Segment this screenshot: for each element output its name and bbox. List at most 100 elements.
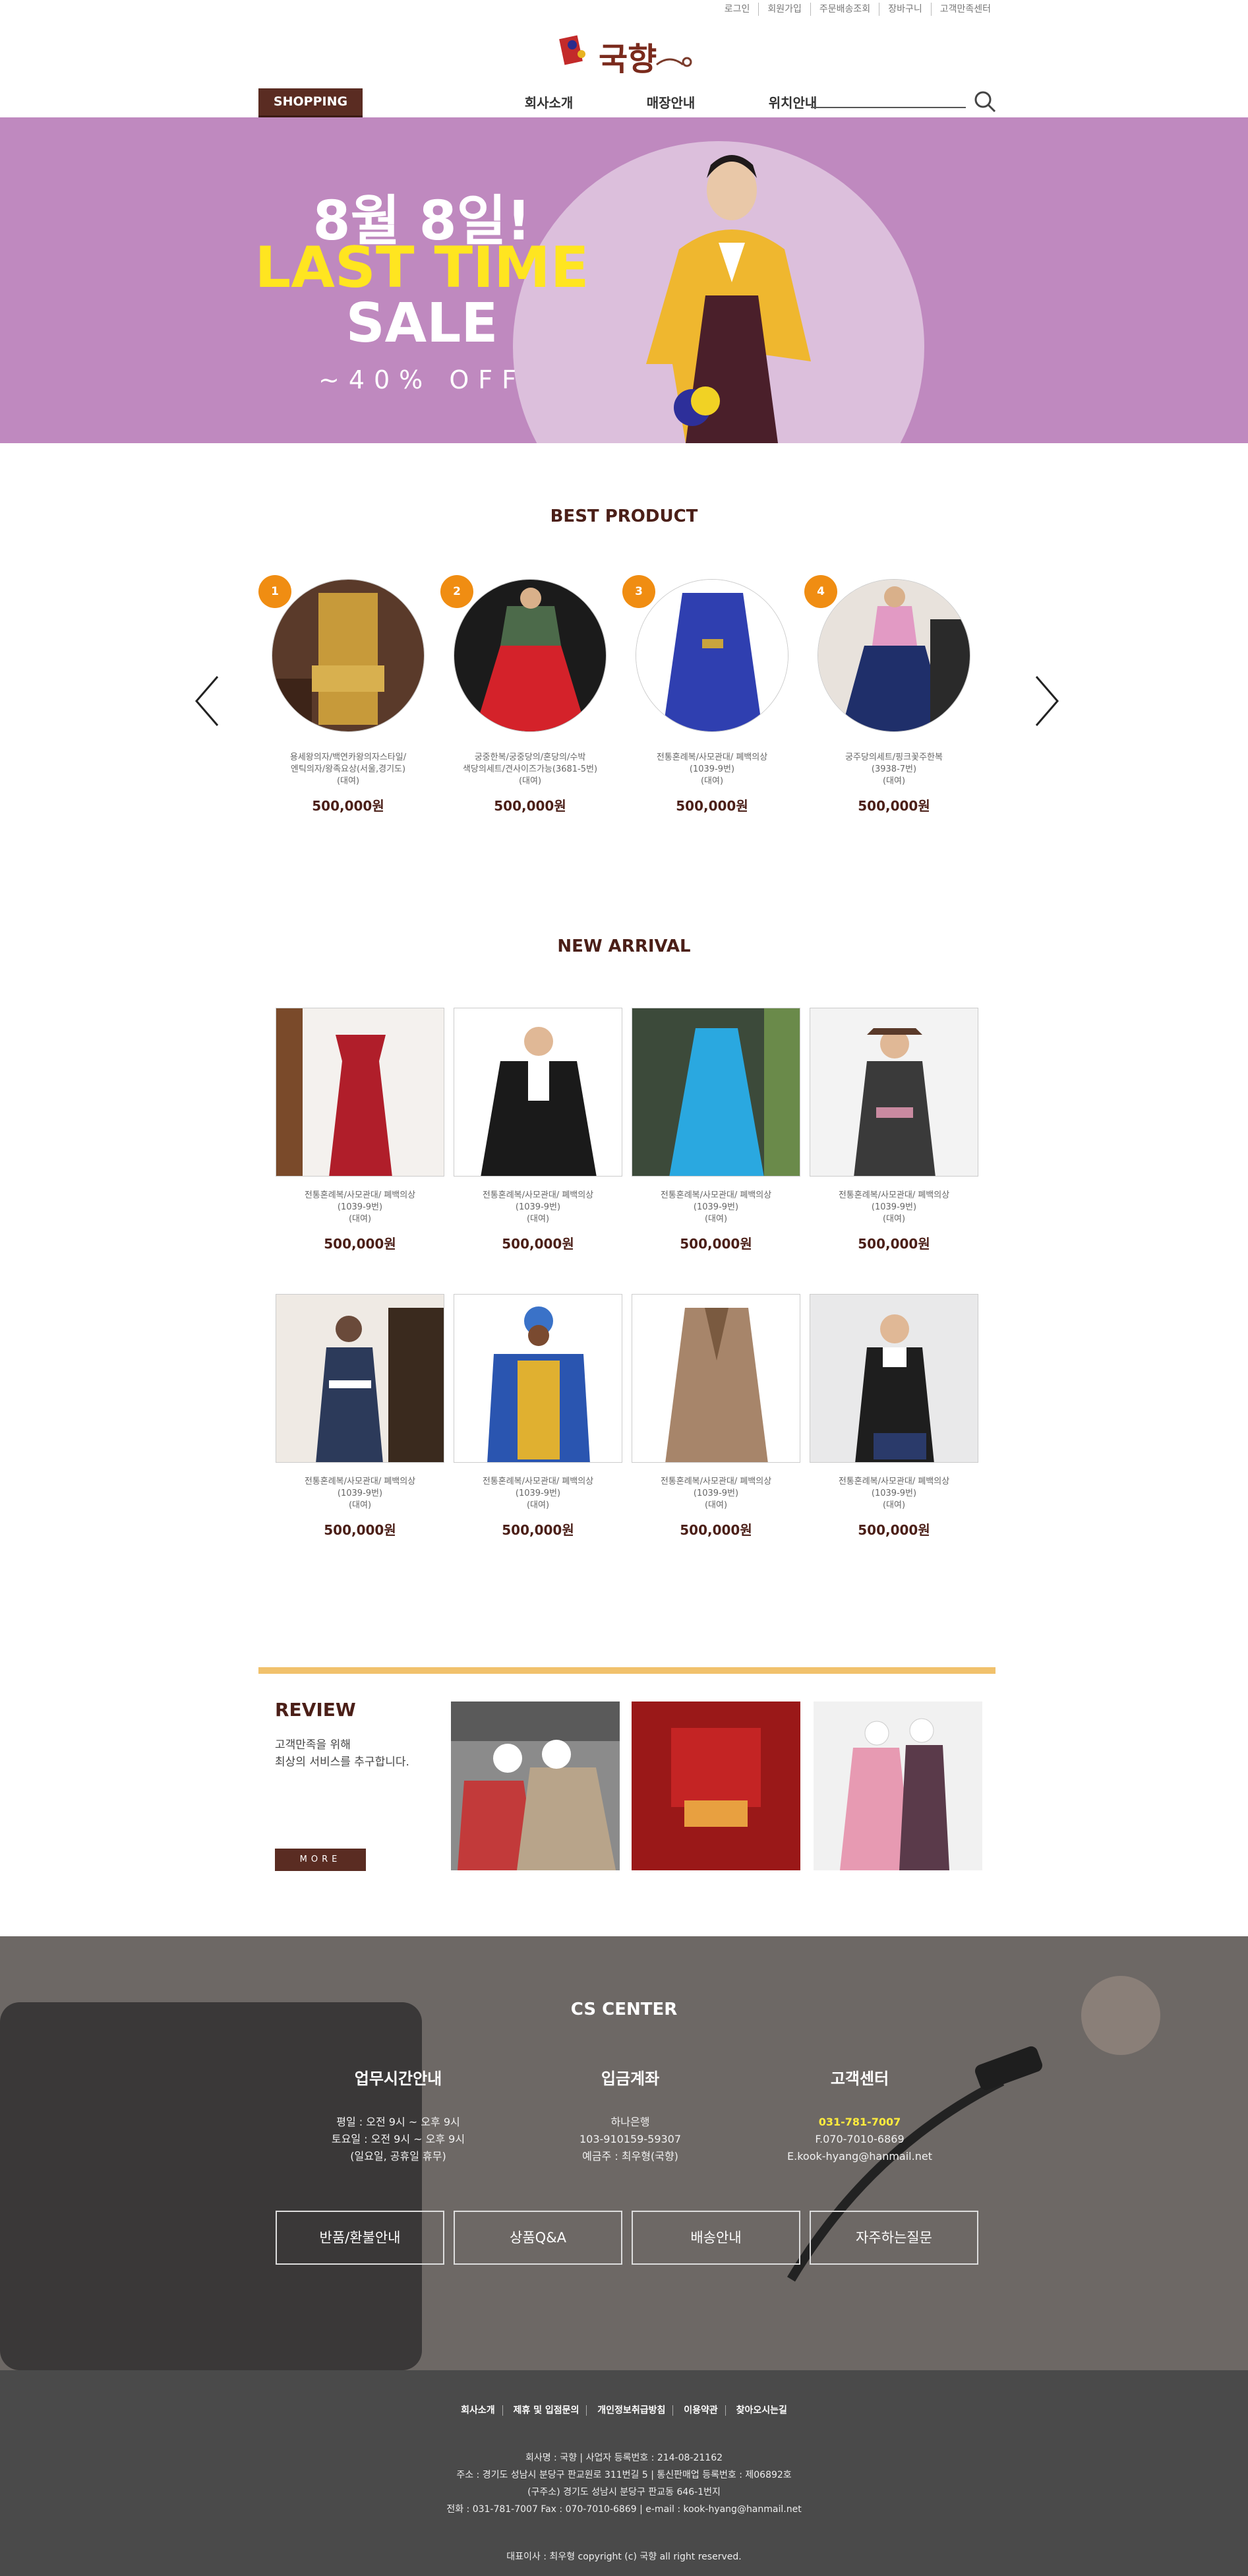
product-qa-button[interactable]: 상품Q&A: [454, 2211, 622, 2265]
product-price: 500,000원: [494, 798, 566, 814]
product-desc: 전통혼례복/사모관대/ 폐백의상 (1039-9번) (대여): [810, 1476, 978, 1512]
login-link[interactable]: 로그인: [716, 3, 759, 16]
arrival-thumb[interactable]: [632, 1294, 800, 1463]
best-thumb[interactable]: [817, 579, 970, 732]
product-desc: 용세왕의자/백연카왕의자스타일/ 엔틱의자/왕족요상(서울,경기도) (대여): [262, 752, 434, 787]
footer-directions-link[interactable]: 찾아오시는길: [729, 2405, 794, 2416]
red-dress-image: [276, 1008, 444, 1176]
more-button[interactable]: MORE: [275, 1849, 366, 1871]
review-title: REVIEW: [275, 1699, 356, 1721]
carousel-next-icon[interactable]: [1026, 671, 1065, 731]
product-price: 500,000원: [858, 798, 930, 814]
order-tracking-link[interactable]: 주문배송조회: [811, 3, 880, 16]
footer-partnership-link[interactable]: 제휴 및 입점문의: [506, 2405, 587, 2416]
logo[interactable]: 국향: [558, 29, 696, 78]
best-thumb[interactable]: [636, 579, 788, 732]
best-item[interactable]: 3 전통혼례복/사모관대/ 폐백의상 (1039-9번) (대여) 500,00…: [622, 575, 798, 814]
center-heading: 고객센터: [830, 2070, 889, 2088]
signup-link[interactable]: 회원가입: [759, 3, 811, 16]
customer-center-link[interactable]: 고객만족센터: [932, 3, 991, 16]
shopping-button[interactable]: SHOPPING: [258, 88, 363, 117]
product-price: 500,000원: [502, 1522, 574, 1538]
arrival-thumb[interactable]: [276, 1008, 444, 1177]
search-input[interactable]: [811, 92, 966, 108]
banner-headline: LAST TIME: [254, 235, 589, 301]
top-utility-nav: 로그인 회원가입 주문배송조회 장바구니 고객만족센터: [716, 3, 991, 16]
carousel-prev-icon[interactable]: [189, 671, 228, 731]
desc-line: (대여): [704, 1500, 728, 1510]
best-item[interactable]: 4 궁주당의세트/핑크꽃주한복 (3938-7번) (대여) 500,000원: [804, 575, 980, 814]
best-thumb[interactable]: [454, 579, 607, 732]
arrival-thumb[interactable]: [454, 1008, 622, 1177]
desc-line: (3938-7번): [871, 764, 917, 774]
desc-line: 전통혼례복/사모관대/ 폐백의상: [482, 1477, 594, 1487]
desc-line: 전통혼례복/사모관대/ 폐백의상: [304, 1190, 416, 1200]
arrival-item[interactable]: 전통혼례복/사모관대/ 폐백의상 (1039-9번) (대여) 500,000원: [632, 1008, 800, 1252]
blue-gown-image: [632, 1008, 800, 1176]
desc-line: (1039-9번): [337, 1202, 383, 1212]
product-desc: 전통혼례복/사모관대/ 폐백의상 (1039-9번) (대여): [276, 1476, 444, 1512]
product-desc: 전통혼례복/사모관대/ 폐백의상 (1039-9번) (대여): [276, 1190, 444, 1225]
hero-banner[interactable]: 8월 8일! LAST TIME SALE ~40% OFF: [0, 117, 1248, 443]
red-room-image: [632, 1702, 800, 1870]
arrival-thumb[interactable]: [454, 1294, 622, 1463]
arrival-item[interactable]: 전통혼례복/사모관대/ 폐백의상 (1039-9번) (대여) 500,000원: [632, 1294, 800, 1539]
desc-line: 전통혼례복/사모관대/ 폐백의상: [656, 752, 768, 762]
product-price: 500,000원: [324, 1522, 396, 1538]
arrival-item[interactable]: 전통혼례복/사모관대/ 폐백의상 (1039-9번) (대여) 500,000원: [276, 1008, 444, 1252]
product-price: 500,000원: [502, 1236, 574, 1252]
arrival-item[interactable]: 전통혼례복/사모관대/ 폐백의상 (1039-9번) (대여) 500,000원: [276, 1294, 444, 1539]
banner-discount: ~40% OFF: [318, 365, 525, 394]
arrival-item[interactable]: 전통혼례복/사모관대/ 폐백의상 (1039-9번) (대여) 500,000원: [454, 1008, 622, 1252]
desc-line: 전통혼례복/사모관대/ 폐백의상: [482, 1190, 594, 1200]
footer-terms-link[interactable]: 이용약관: [676, 2405, 726, 2416]
desc-line: (대여): [348, 1214, 372, 1224]
best-item[interactable]: 1 용세왕의자/백연카왕의자스타일/ 엔틱의자/왕족요상(서울,경기도) (대여…: [258, 575, 434, 814]
nav-store[interactable]: 매장안내: [610, 92, 732, 111]
review-text: 고객만족을 위해 최상의 서비스를 추구합니다.: [275, 1736, 409, 1771]
desc-line: 전통혼례복/사모관대/ 폐백의상: [660, 1477, 772, 1487]
best-thumb[interactable]: [272, 579, 425, 732]
cart-link[interactable]: 장바구니: [879, 3, 932, 16]
hanbok-couple-image: [814, 1702, 982, 1870]
main-nav: 회사소개 매장안내 위치안내: [488, 92, 854, 111]
desc-line: (대여): [882, 776, 906, 786]
rank-badge: 3: [622, 575, 655, 608]
arrival-thumb[interactable]: [632, 1008, 800, 1177]
desc-line: 전통혼례복/사모관대/ 폐백의상: [838, 1477, 950, 1487]
arrival-item[interactable]: 전통혼례복/사모관대/ 폐백의상 (1039-9번) (대여) 500,000원: [810, 1294, 978, 1539]
pirate-vest-image: [276, 1295, 444, 1462]
black-coat-image: [810, 1295, 978, 1462]
nav-company[interactable]: 회사소개: [488, 92, 610, 111]
search-icon[interactable]: [972, 88, 998, 115]
product-desc: 전통혼례복/사모관대/ 폐백의상 (1039-9번) (대여): [454, 1476, 622, 1512]
arrival-item[interactable]: 전통혼례복/사모관대/ 폐백의상 (1039-9번) (대여) 500,000원: [810, 1008, 978, 1252]
refund-info-button[interactable]: 반품/환불안내: [276, 2211, 444, 2265]
desc-line: (대여): [526, 1500, 550, 1510]
phone-number: 031-781-7007: [818, 2116, 901, 2128]
review-image[interactable]: [632, 1702, 800, 1870]
info-line: 회사명 : 국향 | 사업자 등록번호 : 214-08-21162: [525, 2453, 723, 2463]
review-image[interactable]: [814, 1702, 982, 1870]
product-price: 500,000원: [680, 1522, 752, 1538]
footer-company-link[interactable]: 회사소개: [454, 2405, 503, 2416]
email-address: E.kook-hyang@hanmail.net: [787, 2150, 932, 2162]
footer-privacy-link[interactable]: 개인정보취급방침: [590, 2405, 674, 2416]
delivery-info-button[interactable]: 배송안내: [632, 2211, 800, 2265]
arrival-item[interactable]: 전통혼례복/사모관대/ 폐백의상 (1039-9번) (대여) 500,000원: [454, 1294, 622, 1539]
review-divider: [258, 1667, 995, 1674]
faq-button[interactable]: 자주하는질문: [810, 2211, 978, 2265]
product-desc: 전통혼례복/사모관대/ 폐백의상 (1039-9번) (대여): [810, 1190, 978, 1225]
desc-line: 전통혼례복/사모관대/ 폐백의상: [838, 1190, 950, 1200]
desc-line: 용세왕의자/백연카왕의자스타일/: [289, 752, 407, 762]
arrival-thumb[interactable]: [276, 1294, 444, 1463]
desc-line: 전통혼례복/사모관대/ 폐백의상: [304, 1477, 416, 1487]
desc-line: (1039-9번): [689, 764, 735, 774]
review-image[interactable]: [451, 1702, 620, 1870]
arrival-thumb[interactable]: [810, 1294, 978, 1463]
product-price: 500,000원: [858, 1236, 930, 1252]
best-item[interactable]: 2 궁중한복/궁중당의/혼당의/수박 색당의세트/견사이즈가능(3681-5번)…: [440, 575, 616, 814]
arrival-thumb[interactable]: [810, 1008, 978, 1177]
desc-line: (대여): [526, 1214, 550, 1224]
desc-line: (1039-9번): [515, 1488, 561, 1498]
